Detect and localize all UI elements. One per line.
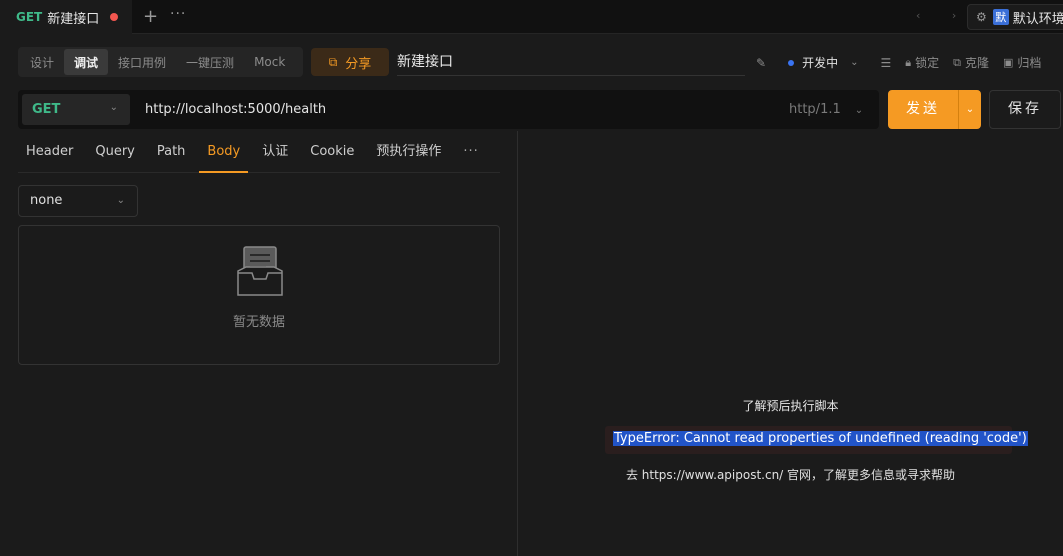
unsaved-dot-icon	[110, 13, 118, 21]
empty-text: 暂无数据	[232, 315, 285, 330]
chevron-down-icon: ⌄	[116, 195, 125, 206]
archive-icon: ▣	[1002, 56, 1014, 69]
tab-cookie[interactable]: Cookie	[302, 133, 362, 173]
clone-label: 克隆	[964, 56, 989, 70]
status-label: 开发中	[802, 56, 839, 70]
mode-switcher: 设计 调试 接口用例 一键压测 Mock	[18, 47, 303, 77]
more-tabs-icon[interactable]: ···	[455, 133, 486, 173]
share-button[interactable]: ⧉ 分享	[311, 48, 389, 76]
clone-button[interactable]: ⧉ 克隆	[953, 54, 989, 71]
body-type-select[interactable]: none ⌄	[18, 185, 138, 217]
method-label: GET	[32, 102, 61, 117]
tab-method: GET	[16, 10, 43, 24]
archive-button[interactable]: ▣ 归档	[1003, 54, 1041, 71]
lock-icon: 🔒︎	[905, 55, 912, 69]
archive-label: 归档	[1017, 56, 1042, 70]
env-name: 默认环境	[1012, 11, 1063, 27]
url-input[interactable]: http://localhost:5000/health	[145, 90, 326, 129]
mode-design[interactable]: 设计	[20, 49, 64, 75]
status-dot-icon	[788, 59, 795, 66]
save-button[interactable]: 保存	[989, 90, 1061, 129]
http-version-select[interactable]: http/1.1 ⌄	[789, 90, 863, 129]
body-type-label: none	[30, 193, 63, 208]
share-icon: ⧉	[328, 54, 338, 69]
tab-new-api[interactable]: GET 新建接口	[0, 0, 132, 34]
chevron-down-icon: ⌄	[109, 102, 118, 113]
empty-box-icon	[237, 246, 283, 296]
mode-cases[interactable]: 接口用例	[108, 49, 176, 75]
tab-title: 新建接口	[47, 11, 100, 27]
method-select[interactable]: GET ⌄	[22, 94, 130, 125]
request-tabs: Header Query Path Body 认证 Cookie 预执行操作 ·…	[18, 133, 500, 173]
status-select[interactable]: 开发中 ⌄	[788, 54, 858, 71]
share-label: 分享	[345, 56, 372, 72]
api-toolbar: ✎ 开发中 ⌄ ☰ 🔒︎ 锁定 ⧉ 克隆 ▣ 归档	[756, 54, 1055, 71]
tab-bar: GET 新建接口 + ··· ‹ › ⚙ 默 默认环境	[0, 0, 1063, 34]
tab-more-button[interactable]: ···	[170, 6, 186, 22]
send-dropdown-icon[interactable]: ⌄	[958, 90, 981, 129]
edit-icon[interactable]: ✎	[756, 56, 766, 70]
format-icon[interactable]: ☰	[880, 56, 891, 70]
response-title: 了解预后执行脚本	[742, 399, 839, 413]
http-version-label: http/1.1	[789, 102, 841, 117]
gear-icon: ⚙	[976, 10, 987, 24]
tab-auth[interactable]: 认证	[254, 133, 296, 173]
chevron-down-icon: ⌄	[854, 105, 864, 116]
lock-label: 锁定	[915, 56, 940, 70]
tab-body[interactable]: Body	[199, 133, 249, 173]
send-label: 发送	[906, 101, 940, 117]
help-text[interactable]: 去 https://www.apipost.cn/ 官网，了解更多信息或寻求帮助	[518, 466, 1063, 483]
error-box: TypeError: Cannot read properties of und…	[605, 426, 1028, 454]
tab-query[interactable]: Query	[87, 133, 143, 173]
chevron-down-icon: ⌄	[850, 57, 859, 68]
empty-state: 暂无数据	[18, 225, 500, 365]
env-badge: 默	[992, 9, 1009, 25]
mode-debug[interactable]: 调试	[64, 49, 109, 75]
panel-divider[interactable]	[517, 131, 518, 556]
url-bar: GET ⌄ http://localhost:5000/health http/…	[18, 90, 879, 129]
api-name-input[interactable]: 新建接口	[397, 48, 745, 76]
copy-icon: ⧉	[953, 55, 961, 69]
environment-select[interactable]: ⚙ 默 默认环境	[967, 4, 1063, 30]
tab-path[interactable]: Path	[149, 133, 194, 173]
tab-nav-arrows[interactable]: ‹ ›	[916, 9, 970, 22]
mode-stress-test[interactable]: 一键压测	[176, 49, 244, 75]
tab-header[interactable]: Header	[18, 133, 81, 173]
tab-pre-script[interactable]: 预执行操作	[368, 133, 449, 173]
send-button[interactable]: 发送 ⌄	[888, 90, 981, 129]
mode-mock[interactable]: Mock	[244, 49, 295, 75]
lock-button[interactable]: 🔒︎ 锁定	[905, 54, 939, 71]
add-tab-button[interactable]: +	[143, 7, 158, 27]
error-message[interactable]: TypeError: Cannot read properties of und…	[613, 431, 1028, 446]
